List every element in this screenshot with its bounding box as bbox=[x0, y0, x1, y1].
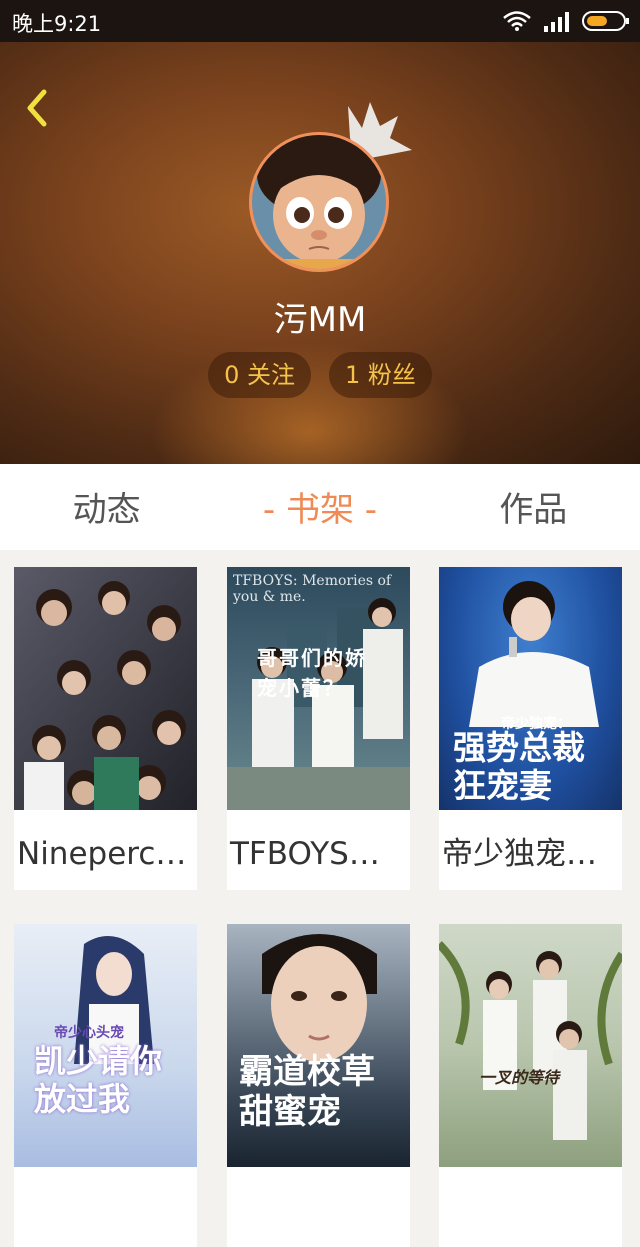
book-title bbox=[14, 1167, 197, 1247]
cover-title: 强势总裁狂宠妻 bbox=[453, 728, 585, 805]
book-title bbox=[227, 1167, 410, 1247]
cover-subtitle: TFBOYS: Memories of you & me. bbox=[233, 573, 392, 605]
book-card[interactable]: Ninepercent（... bbox=[14, 567, 197, 890]
book-title bbox=[439, 1167, 622, 1247]
avatar[interactable] bbox=[249, 132, 389, 272]
tab-bookshelf[interactable]: - 书架 - bbox=[213, 464, 426, 550]
profile-tabs: 动态 - 书架 - 作品 bbox=[0, 464, 640, 550]
book-cover: 帝少心头宠 凯少请你放过我 bbox=[14, 924, 197, 1167]
book-cover: 一叉的等待 bbox=[439, 924, 622, 1167]
wifi-icon bbox=[503, 11, 531, 31]
battery-icon bbox=[582, 11, 629, 31]
status-bar: 晚上9:21 bbox=[0, 0, 640, 42]
username: 污MM bbox=[273, 300, 367, 340]
tab-works[interactable]: 作品 bbox=[427, 464, 640, 550]
book-card[interactable]: TFBOYS: Memories of you & me. 哥哥们的娇宠小蕾？ … bbox=[227, 567, 410, 890]
following-count-button[interactable]: 0 关注 bbox=[208, 352, 311, 398]
tab-dynamics[interactable]: 动态 bbox=[0, 464, 213, 550]
book-card[interactable]: 帝少心头宠 凯少请你放过我 bbox=[14, 924, 197, 1247]
back-arrow-icon[interactable] bbox=[18, 84, 54, 132]
book-cover bbox=[14, 567, 197, 810]
book-card[interactable]: 一叉的等待 bbox=[439, 924, 622, 1247]
cover-title: 霸道校草甜蜜宠 bbox=[239, 1052, 375, 1132]
book-cover: TFBOYS: Memories of you & me. 哥哥们的娇宠小蕾？ bbox=[227, 567, 410, 810]
book-title: 帝少独宠：... bbox=[439, 810, 622, 890]
book-cover: 霸道校草甜蜜宠 bbox=[227, 924, 410, 1167]
cover-title: 一叉的等待 bbox=[479, 1068, 560, 1087]
book-title: TFBOYS：... bbox=[227, 810, 410, 890]
book-title: Ninepercent（... bbox=[14, 810, 197, 890]
book-card[interactable]: 霸道校草甜蜜宠 bbox=[227, 924, 410, 1247]
book-cover: 帝少独宠： 强势总裁狂宠妻 bbox=[439, 567, 622, 810]
cover-title: 凯少请你放过我 bbox=[34, 1042, 163, 1118]
status-time: 晚上9:21 bbox=[12, 12, 102, 36]
fans-count-button[interactable]: 1 粉丝 bbox=[329, 352, 432, 398]
signal-icon bbox=[544, 12, 569, 32]
profile-header: 污MM 0 关注 1 粉丝 bbox=[0, 42, 640, 464]
cover-subtitle: 帝少心头宠 bbox=[54, 1025, 124, 1041]
book-card[interactable]: 帝少独宠： 强势总裁狂宠妻 帝少独宠：... bbox=[439, 567, 622, 890]
cover-title: 哥哥们的娇宠小蕾？ bbox=[257, 646, 367, 700]
avatar-image bbox=[252, 135, 386, 269]
